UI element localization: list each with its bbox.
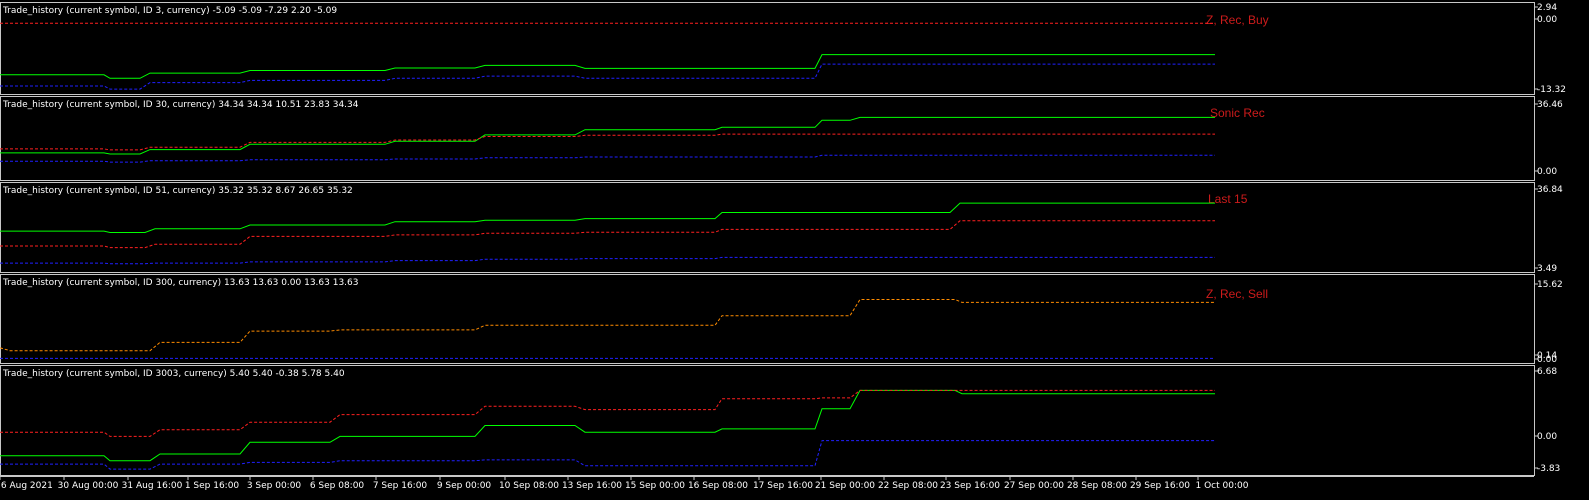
series-line bbox=[0, 63, 1215, 90]
x-tick-label: 3 Sep 00:00 bbox=[247, 481, 302, 491]
x-tick-label: 15 Sep 00:00 bbox=[625, 481, 685, 491]
x-tick-label: 30 Aug 00:00 bbox=[58, 481, 119, 491]
y-tick-label: 0.00 bbox=[1537, 432, 1557, 442]
series-line bbox=[0, 440, 1215, 470]
y-tick-label: 0.00 bbox=[1537, 355, 1557, 365]
x-tick-label: 27 Sep 00:00 bbox=[1004, 481, 1064, 491]
y-tick-label: 0.00 bbox=[1537, 167, 1557, 177]
x-tick-label: 7 Sep 16:00 bbox=[373, 481, 428, 491]
panel-label: Z, Rec, Sell bbox=[1206, 287, 1268, 301]
x-tick-label: 28 Sep 08:00 bbox=[1067, 481, 1127, 491]
series-line bbox=[0, 256, 1215, 265]
multi-panel-chart: Trade_history (current symbol, ID 3, cur… bbox=[0, 2, 1566, 491]
x-tick-label: 23 Sep 16:00 bbox=[940, 481, 1000, 491]
y-tick-label: 0.00 bbox=[1537, 15, 1557, 25]
panel-frame bbox=[0, 365, 1535, 476]
x-tick-label: 21 Sep 00:00 bbox=[815, 481, 875, 491]
panel-frame bbox=[0, 182, 1535, 273]
panel-title: Trade_history (current symbol, ID 3, cur… bbox=[2, 6, 337, 16]
series-line bbox=[0, 299, 1215, 352]
x-tick-label: 31 Aug 16:00 bbox=[122, 481, 183, 491]
x-tick-label: 29 Sep 16:00 bbox=[1130, 481, 1190, 491]
panel-label: Last 15 bbox=[1208, 192, 1248, 206]
panel-title: Trade_history (current symbol, ID 3003, … bbox=[2, 369, 345, 379]
x-tick-label: 26 Aug 2021 bbox=[0, 481, 53, 491]
series-line bbox=[0, 389, 1215, 462]
panel-title: Trade_history (current symbol, ID 30, cu… bbox=[2, 100, 359, 110]
panel-title: Trade_history (current symbol, ID 300, c… bbox=[2, 278, 359, 288]
series-line bbox=[0, 154, 1215, 163]
series-line bbox=[0, 389, 1215, 437]
y-tick-label: 3.49 bbox=[1537, 264, 1557, 274]
x-tick-label: 6 Sep 08:00 bbox=[310, 481, 365, 491]
y-tick-label: 15.62 bbox=[1537, 280, 1563, 290]
x-tick-label: 9 Sep 00:00 bbox=[437, 481, 492, 491]
series-line bbox=[0, 133, 1215, 151]
series-line bbox=[0, 202, 1215, 233]
x-tick-label: 10 Sep 08:00 bbox=[499, 481, 559, 491]
panel-label: Z, Rec, Buy bbox=[1206, 13, 1269, 27]
x-tick-label: 13 Sep 16:00 bbox=[562, 481, 622, 491]
y-tick-label: 36.46 bbox=[1537, 100, 1563, 110]
x-tick-label: 17 Sep 16:00 bbox=[753, 481, 813, 491]
y-tick-label: -3.83 bbox=[1537, 464, 1560, 474]
x-tick-label: 1 Sep 16:00 bbox=[185, 481, 240, 491]
x-tick-label: 22 Sep 08:00 bbox=[878, 481, 938, 491]
y-tick-label: -13.32 bbox=[1537, 85, 1566, 95]
panel-label: Sonic Rec bbox=[1210, 106, 1265, 120]
x-tick-label: 1 Oct 00:00 bbox=[1196, 481, 1249, 491]
series-line bbox=[0, 220, 1215, 249]
panel-title: Trade_history (current symbol, ID 51, cu… bbox=[2, 186, 353, 196]
y-tick-label: 6.68 bbox=[1537, 367, 1557, 377]
series-line bbox=[0, 54, 1215, 79]
y-tick-label: 2.94 bbox=[1537, 3, 1557, 13]
y-tick-label: 36.84 bbox=[1537, 185, 1563, 195]
panel-frame bbox=[0, 2, 1535, 95]
x-tick-label: 16 Sep 08:00 bbox=[688, 481, 748, 491]
series-line bbox=[0, 116, 1215, 155]
